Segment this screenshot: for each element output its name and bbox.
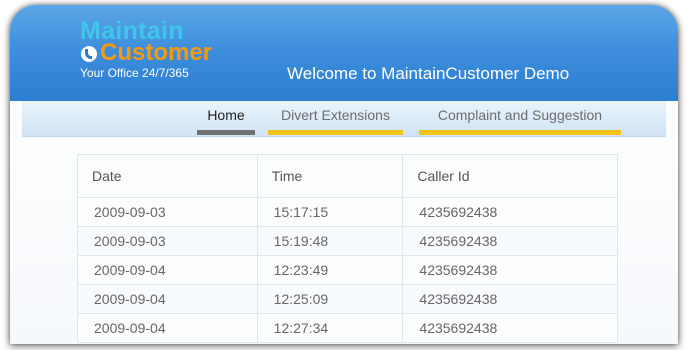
cell-date: 2009-09-03 — [77, 197, 258, 227]
cell-date: 2009-09-03 — [77, 226, 258, 256]
cell-time: 15:17:15 — [256, 197, 404, 227]
tab-home-underline — [197, 130, 255, 135]
cell-date: 2009-09-04 — [77, 284, 258, 314]
tab-complaint-and-suggestion[interactable]: Complaint and Suggestion — [419, 107, 621, 135]
cell-time: 12:23:49 — [256, 255, 404, 285]
tab-divert-extensions[interactable]: Divert Extensions — [268, 107, 403, 135]
cell-caller-id: 4235692438 — [402, 284, 618, 314]
cell-caller-id: 4235692438 — [402, 197, 618, 227]
column-header-time[interactable]: Time — [256, 154, 404, 198]
cell-date: 2009-09-04 — [77, 255, 258, 285]
tab-complaint-and-suggestion-label: Complaint and Suggestion — [437, 107, 603, 123]
main-content: Date Time Caller Id 2009-09-03 15:17:15 … — [10, 137, 678, 344]
column-header-caller-id[interactable]: Caller Id — [402, 154, 618, 198]
table-row[interactable]: 2009-09-03 15:19:48 4235692438 — [77, 226, 618, 256]
table-row[interactable]: 2009-09-04 12:25:09 4235692438 — [77, 284, 618, 314]
cell-time: 15:19:48 — [256, 226, 404, 256]
cell-time: 12:25:09 — [256, 284, 404, 314]
table-header-row: Date Time Caller Id — [77, 154, 618, 198]
app-window: Maintain Customer Your Office 24/7/365 W… — [10, 5, 678, 344]
nav-bar: Home Divert Extensions Complaint and Sug… — [22, 101, 666, 137]
table-row[interactable]: 2009-09-04 12:23:49 4235692438 — [77, 255, 618, 285]
table-row[interactable]: 2009-09-03 15:17:15 4235692438 — [77, 197, 618, 227]
phone-icon — [81, 46, 97, 62]
logo-customer-text: Customer — [100, 39, 213, 66]
logo-tagline: Your Office 24/7/365 — [80, 66, 189, 80]
cell-caller-id: 4235692438 — [402, 226, 618, 256]
tab-divert-extensions-label: Divert Extensions — [281, 107, 390, 123]
cell-date: 2009-09-04 — [77, 313, 258, 343]
tab-home-label: Home — [207, 107, 245, 123]
cell-caller-id: 4235692438 — [402, 313, 618, 343]
column-header-date[interactable]: Date — [77, 154, 258, 198]
welcome-message: Welcome to MaintainCustomer Demo — [287, 64, 570, 83]
header-banner: Maintain Customer Your Office 24/7/365 W… — [10, 5, 678, 101]
cell-caller-id: 4235692438 — [402, 255, 618, 285]
tab-complaint-and-suggestion-underline — [419, 130, 621, 135]
cell-time: 12:27:34 — [256, 313, 404, 343]
call-log-table: Date Time Caller Id 2009-09-03 15:17:15 … — [77, 154, 618, 343]
tab-divert-extensions-underline — [268, 130, 403, 135]
table-row[interactable]: 2009-09-04 12:27:34 4235692438 — [77, 313, 618, 343]
tab-home[interactable]: Home — [197, 107, 255, 135]
